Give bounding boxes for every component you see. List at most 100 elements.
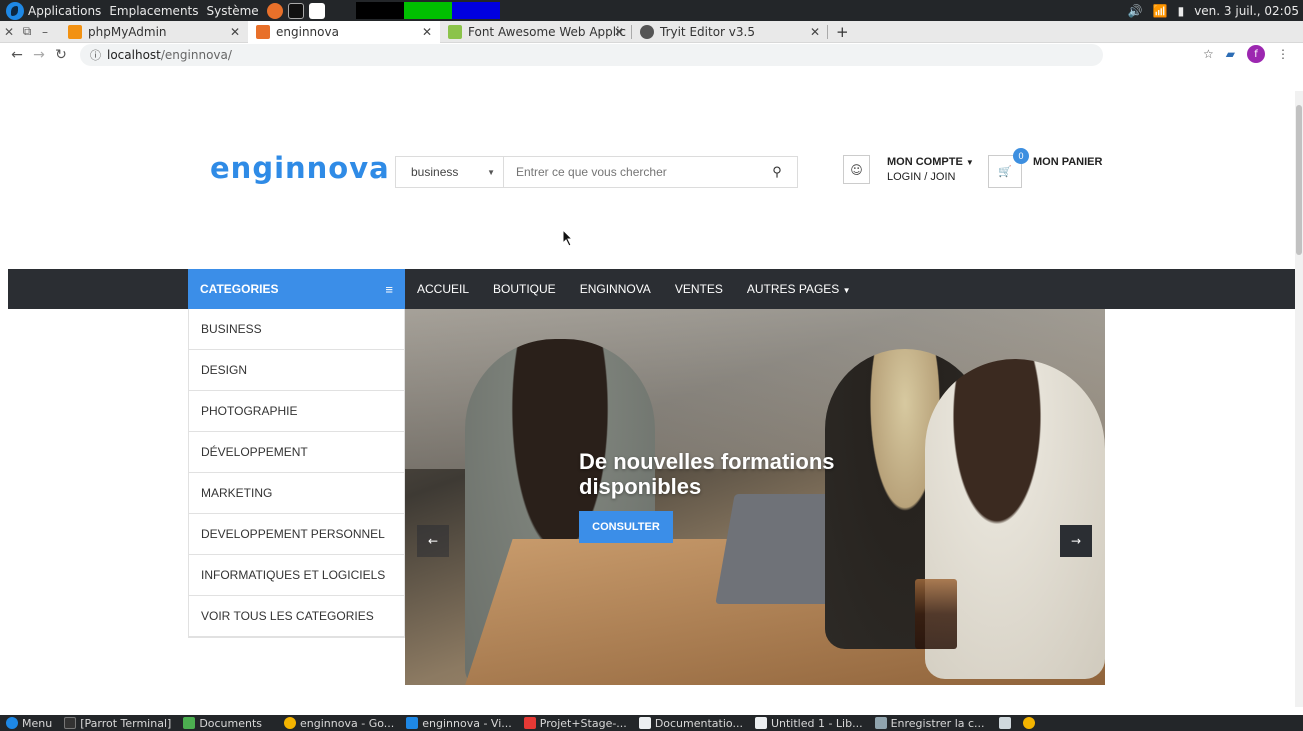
tab-title: Tryit Editor v3.5 — [660, 24, 755, 39]
tab-close-icon[interactable]: ✕ — [422, 25, 432, 39]
system-monitor-memory — [403, 2, 452, 19]
hero-title: De nouvelles formations disponibles — [579, 449, 835, 499]
reload-icon[interactable]: ↻ — [50, 47, 72, 63]
terminal-icon — [64, 717, 77, 729]
cart-count-badge: 0 — [1013, 148, 1029, 164]
printer-icon[interactable] — [998, 717, 1011, 729]
taskbar-label: Enregistrer la c... — [890, 716, 985, 730]
window-close-icon[interactable]: ✕ — [0, 25, 18, 39]
taskbar-untitled[interactable]: Untitled 1 - Lib... — [754, 716, 863, 730]
os-status-area: 🔊 📶 ▮ ven. 3 juil., 02:05 — [1128, 0, 1299, 21]
taskbar-menu[interactable]: Menu — [6, 717, 52, 730]
site-info-icon[interactable]: ⓘ — [90, 47, 101, 63]
volume-icon[interactable]: 🔊 — [1128, 4, 1143, 18]
category-item-business[interactable]: BUSINESS — [189, 309, 404, 350]
search-icon[interactable]: ⚲ — [757, 164, 797, 180]
taskbar-label: Documentatio... — [654, 716, 743, 730]
main-menu: ACCUEIL BOUTIQUE ENGINNOVA VENTES AUTRES… — [405, 269, 863, 309]
search-category-select[interactable]: business ▼ — [396, 157, 504, 187]
terminal-launcher-icon[interactable] — [287, 2, 304, 19]
category-item-photographie[interactable]: PHOTOGRAPHIE — [189, 391, 404, 432]
taskbar-label: enginnova - Go... — [300, 716, 395, 730]
category-item-developpement-personnel[interactable]: DEVELOPPEMENT PERSONNEL — [189, 514, 404, 555]
back-icon[interactable]: ← — [6, 47, 28, 63]
clock[interactable]: ven. 3 juil., 02:05 — [1194, 4, 1299, 18]
new-tab-button[interactable]: + — [836, 23, 849, 41]
taskbar-documentation[interactable]: Documentatio... — [638, 716, 743, 730]
nav-enginnova[interactable]: ENGINNOVA — [568, 282, 663, 296]
cart-label[interactable]: MON PANIER — [1033, 156, 1102, 168]
hero-image-glass — [915, 579, 957, 649]
consulter-button[interactable]: CONSULTER — [579, 511, 673, 543]
document-icon — [754, 717, 767, 729]
os-menu-systeme[interactable]: Système — [207, 4, 259, 18]
text-editor-launcher-icon[interactable] — [308, 2, 325, 19]
category-item-informatiques[interactable]: INFORMATIQUES ET LOGICIELS — [189, 555, 404, 596]
category-item-design[interactable]: DESIGN — [189, 350, 404, 391]
page-scrollbar[interactable] — [1295, 91, 1303, 707]
taskbar-documents[interactable]: Documents — [183, 717, 262, 730]
category-item-marketing[interactable]: MARKETING — [189, 473, 404, 514]
category-list: BUSINESS DESIGN PHOTOGRAPHIE DÉVELOPPEME… — [188, 309, 405, 638]
browser-menu-icon[interactable]: ⋮ — [1277, 47, 1289, 61]
chrome-icon[interactable] — [1022, 717, 1035, 729]
account-title: MON COMPTE — [887, 156, 963, 168]
nav-accueil[interactable]: ACCUEIL — [405, 282, 481, 296]
nav-boutique[interactable]: BOUTIQUE — [481, 282, 568, 296]
bookmark-star-icon[interactable]: ☆ — [1203, 47, 1214, 61]
user-icon[interactable]: ☺ — [843, 155, 870, 184]
site-logo[interactable]: enginnova — [210, 151, 390, 185]
account-menu[interactable]: MON COMPTE ▼ LOGIN / JOIN — [887, 155, 974, 185]
slider-prev-arrow-icon[interactable]: ← — [417, 525, 449, 557]
tab-font-awesome[interactable]: Font Awesome Web Applic ✕ — [440, 21, 632, 43]
login-join-link[interactable]: LOGIN / JOIN — [887, 170, 974, 185]
os-menu-emplacements[interactable]: Emplacements — [109, 4, 198, 18]
search-input[interactable] — [504, 157, 757, 187]
tab-close-icon[interactable]: ✕ — [810, 25, 820, 39]
battery-icon[interactable]: ▮ — [1178, 4, 1185, 18]
tab-phpmyadmin[interactable]: phpMyAdmin ✕ — [60, 21, 248, 43]
window-minimize-icon[interactable]: – — [36, 25, 54, 39]
pdf-icon — [523, 717, 536, 729]
slider-next-arrow-icon[interactable]: → — [1060, 525, 1092, 557]
os-menu-applications[interactable]: Applications — [28, 4, 101, 18]
categories-label: CATEGORIES — [200, 282, 279, 296]
save-icon — [874, 717, 887, 729]
category-item-voir-tous[interactable]: VOIR TOUS LES CATEGORIES — [189, 596, 404, 637]
taskbar-save-dialog[interactable]: Enregistrer la c... — [874, 716, 985, 730]
extension-icon[interactable]: ▰ — [1226, 47, 1235, 61]
address-bar[interactable]: ⓘ localhost/enginnova/ — [80, 44, 1103, 66]
parrot-logo-icon[interactable] — [6, 1, 24, 20]
category-item-developpement[interactable]: DÉVELOPPEMENT — [189, 432, 404, 473]
chrome-icon — [284, 717, 297, 729]
profile-avatar[interactable]: f — [1247, 45, 1265, 63]
scrollbar-thumb[interactable] — [1296, 105, 1302, 255]
document-icon — [638, 717, 651, 729]
taskbar-terminal[interactable]: [Parrot Terminal] — [64, 717, 171, 730]
parrot-logo-icon — [6, 717, 18, 729]
phpmyadmin-favicon-icon — [68, 24, 82, 39]
taskbar-label: enginnova - Vi... — [422, 716, 512, 730]
list-icon: ≡ — [385, 281, 393, 297]
nav-ventes[interactable]: VENTES — [663, 282, 735, 296]
taskbar-chrome[interactable]: enginnova - Go... — [284, 717, 394, 730]
firefox-launcher-icon[interactable] — [266, 2, 283, 19]
chevron-down-icon: ▼ — [487, 167, 495, 177]
wifi-icon[interactable]: 📶 — [1153, 4, 1168, 18]
taskbar-label: Untitled 1 - Lib... — [770, 716, 863, 730]
url-path: /enginnova/ — [160, 48, 232, 62]
tab-enginnova[interactable]: enginnova ✕ — [248, 20, 440, 43]
tab-tryit-editor[interactable]: Tryit Editor v3.5 ✕ — [632, 21, 828, 43]
caret-down-icon: ▼ — [842, 286, 851, 295]
categories-toggle-button[interactable]: CATEGORIES ≡ — [188, 269, 405, 309]
taskbar-pdf[interactable]: Projet+Stage-... — [523, 717, 627, 730]
taskbar-vscode[interactable]: enginnova - Vi... — [406, 717, 512, 730]
tab-close-icon[interactable]: ✕ — [614, 25, 624, 39]
nav-autres-pages[interactable]: AUTRES PAGES ▼ — [735, 282, 863, 296]
tab-close-icon[interactable]: ✕ — [230, 25, 240, 39]
enginnova-favicon-icon — [256, 24, 270, 39]
forward-icon[interactable]: → — [28, 47, 50, 63]
nav-autres-pages-label: AUTRES PAGES — [746, 282, 840, 296]
window-restore-icon[interactable]: ⧉ — [18, 24, 36, 39]
vscode-icon — [406, 717, 419, 729]
